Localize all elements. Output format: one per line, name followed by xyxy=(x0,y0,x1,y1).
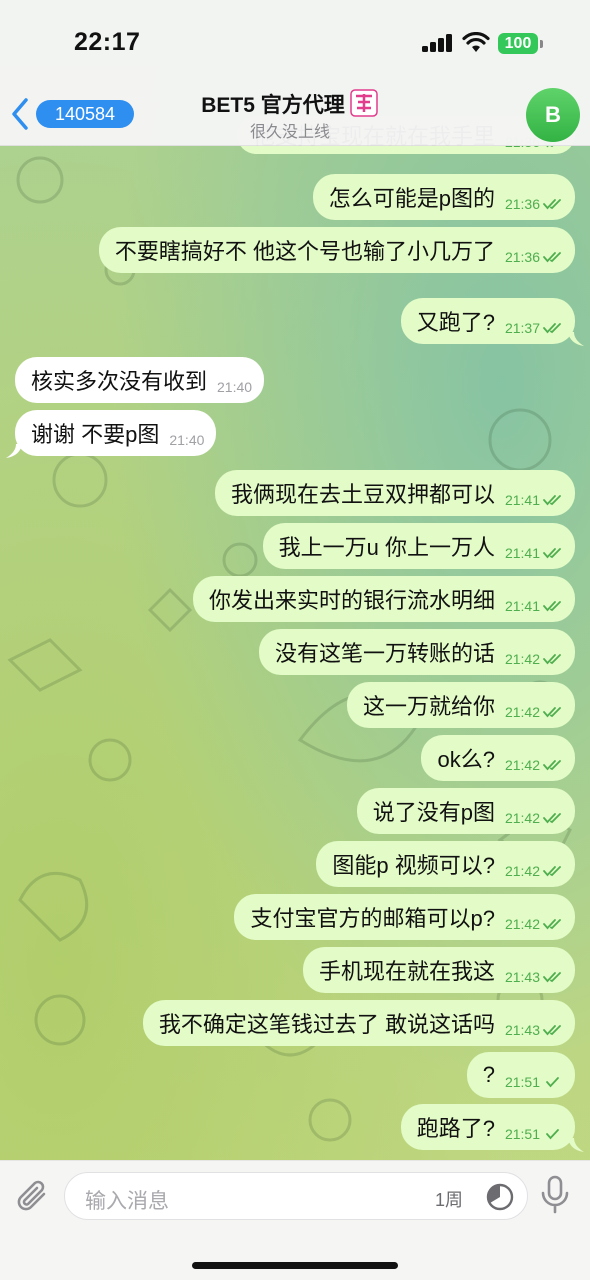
chat-title-area[interactable]: BET5 官方代理 很久没上线 xyxy=(160,84,420,146)
message-time: 21:42 xyxy=(504,651,540,667)
cellular-signal-icon xyxy=(422,34,454,52)
outgoing-message[interactable]: 你发出来实时的银行流水明细 21:41 xyxy=(192,576,575,622)
message-time: 21:37 xyxy=(504,320,540,336)
message-text: ok么? xyxy=(437,747,495,772)
double-check-icon xyxy=(543,919,561,930)
double-check-icon xyxy=(543,760,561,771)
single-check-icon xyxy=(546,1129,559,1140)
outgoing-message[interactable]: 这一万就给你 21:42 xyxy=(346,682,575,728)
message-text: 怎么可能是p图的 xyxy=(328,186,495,211)
single-check-icon xyxy=(546,1077,559,1088)
message-text: 说了没有p图 xyxy=(372,800,495,825)
chat-title-text: BET5 官方代理 xyxy=(201,94,345,117)
paperclip-icon[interactable] xyxy=(16,1177,50,1215)
chat-header: 140584 BET5 官方代理 很久没上线 B xyxy=(0,84,590,146)
message-text: 又跑了? xyxy=(416,310,495,335)
message-text: 跑路了? xyxy=(416,1116,495,1141)
outgoing-message[interactable]: 没有这笔一万转账的话 21:42 xyxy=(258,629,575,675)
message-text: 我俩现在去土豆双押都可以 xyxy=(230,482,495,507)
message-time: 21:43 xyxy=(504,1022,540,1038)
message-text: 我上一万u 你上一万人 xyxy=(278,535,495,560)
message-text: 不要瞎搞好不 他这个号也输了小几万了 xyxy=(114,239,495,264)
bubble-tail xyxy=(6,444,22,458)
outgoing-message[interactable]: 不要瞎搞好不 他这个号也输了小几万了 21:36 xyxy=(98,227,575,273)
message-text: 我不确定这笔钱过去了 敢说这话吗 xyxy=(158,1012,495,1037)
double-check-icon xyxy=(543,252,561,263)
message-time: 21:41 xyxy=(504,545,540,561)
message-time: 21:42 xyxy=(504,704,540,720)
outgoing-message[interactable]: 怎么可能是p图的 21:36 xyxy=(312,174,575,220)
back-button[interactable]: 140584 xyxy=(10,96,134,132)
chat-title: BET5 官方代理 xyxy=(160,88,420,119)
chat-last-seen: 很久没上线 xyxy=(249,124,330,141)
message-list[interactable]: 他支持宝现在就在我手里21:36怎么可能是p图的21:36不要瞎搞好不 他这个号… xyxy=(0,0,590,1160)
message-time: 21:43 xyxy=(504,969,540,985)
outgoing-message[interactable]: ok么? 21:42 xyxy=(421,735,575,781)
double-check-icon xyxy=(543,1025,561,1036)
message-time: 21:41 xyxy=(504,598,540,614)
message-text: 谢谢 不要p图 xyxy=(31,422,160,447)
double-check-icon xyxy=(543,601,561,612)
avatar[interactable]: B xyxy=(526,88,580,142)
double-check-icon xyxy=(543,199,561,210)
message-time: 21:40 xyxy=(169,432,205,448)
message-text: 图能p 视频可以? xyxy=(332,853,495,878)
outgoing-message[interactable]: 支付宝官方的邮箱可以p? 21:42 xyxy=(234,894,575,940)
message-text: 没有这笔一万转账的话 xyxy=(274,641,495,666)
message-time: 21:40 xyxy=(217,379,253,395)
message-time: 21:51 xyxy=(504,1074,540,1090)
outgoing-message[interactable]: 我上一万u 你上一万人 21:41 xyxy=(262,523,575,569)
incoming-message[interactable]: 核实多次没有收到 21:40 xyxy=(15,357,265,403)
outgoing-message[interactable]: 我不确定这笔钱过去了 敢说这话吗 21:43 xyxy=(142,1000,575,1046)
message-text: ? xyxy=(482,1062,495,1087)
status-time: 22:17 xyxy=(74,28,141,56)
message-time: 21:36 xyxy=(504,196,540,212)
message-text: 你发出来实时的银行流水明细 xyxy=(208,588,495,613)
message-time: 21:41 xyxy=(504,492,540,508)
message-text: 核实多次没有收到 xyxy=(31,369,208,394)
incoming-message[interactable]: 谢谢 不要p图 21:40 xyxy=(15,410,217,456)
double-check-icon xyxy=(543,548,561,559)
chevron-left-icon xyxy=(12,98,28,130)
double-check-icon xyxy=(543,972,561,983)
bubble-tail xyxy=(568,1138,584,1152)
double-check-icon xyxy=(543,813,561,824)
auto-delete-timer-label[interactable]: 1周 xyxy=(435,1186,463,1212)
message-time: 21:36 xyxy=(504,249,540,265)
home-indicator xyxy=(192,1262,398,1269)
message-time: 21:42 xyxy=(504,757,540,773)
message-time: 21:42 xyxy=(504,863,540,879)
outgoing-message[interactable]: 我俩现在去土豆双押都可以 21:41 xyxy=(214,470,575,516)
timer-icon[interactable] xyxy=(485,1182,515,1212)
microphone-icon[interactable] xyxy=(540,1175,570,1215)
double-check-icon xyxy=(543,707,561,718)
message-text: 手机现在就在我这 xyxy=(318,959,495,984)
message-input[interactable]: 输入消息 1周 xyxy=(64,1172,528,1220)
message-time: 21:42 xyxy=(504,916,540,932)
unread-count-badge: 140584 xyxy=(36,100,134,128)
outgoing-message[interactable]: 跑路了? 21:51 xyxy=(400,1104,575,1150)
message-text: 这一万就给你 xyxy=(362,694,495,719)
bubble-tail xyxy=(568,332,584,346)
message-time: 21:51 xyxy=(504,1126,540,1142)
outgoing-message[interactable]: 又跑了? 21:37 xyxy=(400,298,575,344)
battery-tip xyxy=(540,40,543,48)
double-check-icon xyxy=(543,323,561,334)
message-input-placeholder: 输入消息 xyxy=(85,1190,169,1213)
double-check-icon xyxy=(543,654,561,665)
double-check-icon xyxy=(543,866,561,877)
message-text: 支付宝官方的邮箱可以p? xyxy=(250,906,495,931)
outgoing-message[interactable]: ? 21:51 xyxy=(466,1052,575,1098)
sticker-emoji-icon xyxy=(350,89,378,117)
double-check-icon xyxy=(543,495,561,506)
message-time: 21:42 xyxy=(504,810,540,826)
outgoing-message[interactable]: 图能p 视频可以? 21:42 xyxy=(316,841,575,887)
battery-indicator: 100 xyxy=(498,33,538,54)
wifi-icon xyxy=(462,32,490,52)
status-bar: 22:17 100 xyxy=(0,0,590,84)
outgoing-message[interactable]: 说了没有p图 21:42 xyxy=(356,788,575,834)
outgoing-message[interactable]: 手机现在就在我这 21:43 xyxy=(302,947,575,993)
